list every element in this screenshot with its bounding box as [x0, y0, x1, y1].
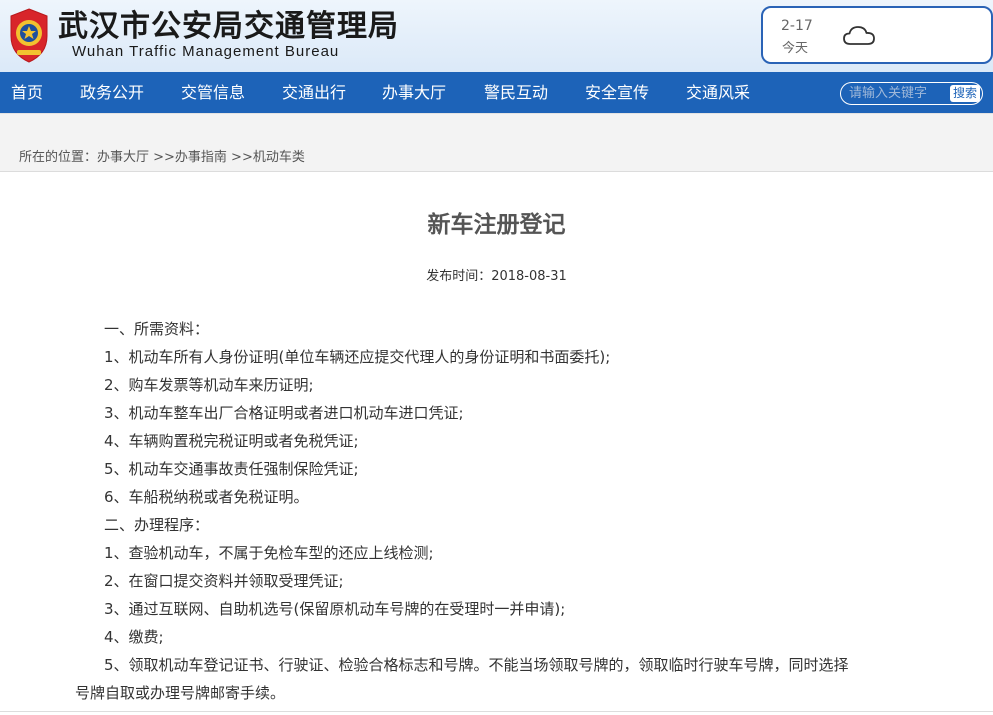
list-item: 2、购车发票等机动车来历证明;	[104, 376, 314, 394]
list-item: 3、通过互联网、自助机选号(保留原机动车号牌的在受理时一并申请);	[104, 600, 566, 618]
site-header: 武汉市公安局交通管理局 Wuhan Traffic Management Bur…	[0, 0, 993, 72]
nav-item-home[interactable]: 首页	[11, 72, 43, 113]
nav-item-interaction[interactable]: 警民互动	[484, 72, 548, 113]
nav-item-government-affairs[interactable]: 政务公开	[80, 72, 144, 113]
list-item: 1、机动车所有人身份证明(单位车辆还应提交代理人的身份证明和书面委托);	[104, 348, 611, 366]
section-heading: 二、办理程序：	[104, 516, 210, 534]
weather-widget: 2-17 今天	[761, 6, 993, 64]
list-item: 1、查验机动车，不属于免检车型的还应上线检测;	[104, 544, 434, 562]
site-title: 武汉市公安局交通管理局	[58, 9, 399, 44]
cloud-icon	[843, 26, 875, 45]
article-title: 新车注册登记	[427, 212, 566, 238]
section-heading: 一、所需资料：	[104, 320, 210, 338]
nav-item-safety[interactable]: 安全宣传	[585, 72, 649, 113]
breadcrumb-bar: 所在的位置：办事大厅 >>办事指南 >>机动车类	[0, 113, 993, 172]
breadcrumb: 所在的位置：办事大厅 >>办事指南 >>机动车类	[19, 150, 305, 165]
list-item: 3、机动车整车出厂合格证明或者进口机动车进口凭证;	[104, 404, 464, 422]
weather-day: 今天	[782, 41, 809, 56]
list-item: 4、缴费;	[104, 628, 164, 646]
search-button[interactable]: 搜索	[950, 85, 981, 102]
list-item-continuation: 号牌自取或办理号牌邮寄手续。	[75, 684, 286, 702]
search-input[interactable]	[849, 85, 941, 102]
search-box: 搜索	[840, 82, 983, 105]
main-nav: 首页 政务公开 交管信息 交通出行 办事大厅 警民互动 安全宣传 交通风采 搜索	[0, 72, 993, 113]
list-item: 5、机动车交通事故责任强制保险凭证;	[104, 460, 359, 478]
publish-time: 发布时间：2018-08-31	[426, 269, 567, 284]
list-item: 5、领取机动车登记证书、行驶证、检验合格标志和号牌。不能当场领取号牌的，领取临时…	[104, 656, 849, 674]
nav-item-travel[interactable]: 交通出行	[282, 72, 346, 113]
nav-item-gallery[interactable]: 交通风采	[686, 72, 750, 113]
list-item: 4、车辆购置税完税证明或者免税凭证;	[104, 432, 359, 450]
list-item: 2、在窗口提交资料并领取受理凭证;	[104, 572, 344, 590]
site-subtitle: Wuhan Traffic Management Bureau	[72, 43, 340, 60]
nav-item-traffic-info[interactable]: 交管信息	[181, 72, 245, 113]
nav-item-service-hall[interactable]: 办事大厅	[382, 72, 446, 113]
divider	[0, 711, 993, 712]
police-emblem-icon	[10, 8, 48, 63]
weather-date: 2-17	[781, 18, 813, 34]
list-item: 6、车船税纳税或者免税证明。	[104, 488, 309, 506]
